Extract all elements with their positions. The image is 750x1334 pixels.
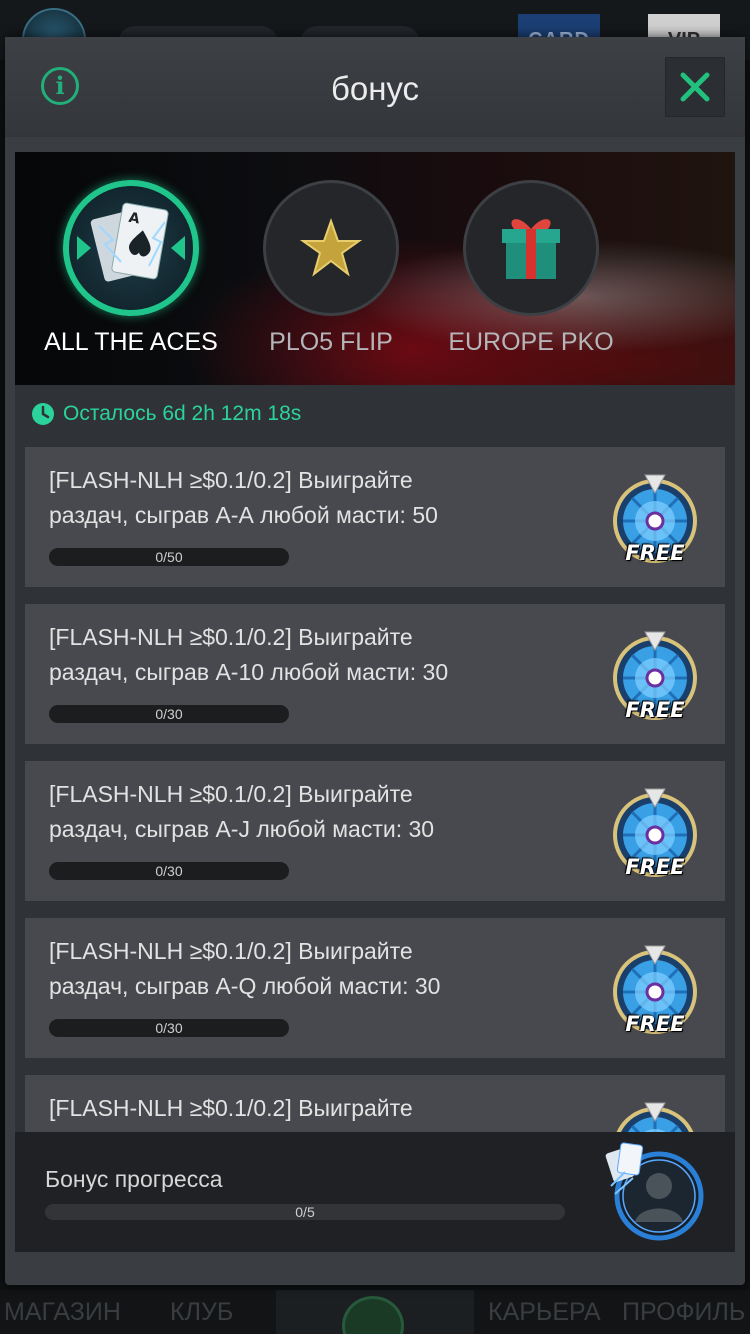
event-label: EUROPE PKO [448, 328, 614, 356]
task-description: [FLASH-NLH ≥$0.1/0.2] Выиграйте раздач, … [49, 777, 569, 847]
task-progress-bar: 0/30 [49, 705, 289, 723]
bonus-progress-bar: 0/5 [45, 1204, 565, 1220]
task-line: [FLASH-NLH ≥$0.1/0.2] Выиграйте [49, 1095, 413, 1121]
reward-label: FREE [625, 541, 685, 565]
bonus-progress-text: 0/5 [295, 1204, 315, 1220]
free-spin-reward-icon[interactable]: FREE [610, 624, 700, 726]
task-line: [FLASH-NLH ≥$0.1/0.2] Выиграйте [49, 938, 413, 964]
countdown-text: Осталось 6d 2h 12m 18s [63, 402, 302, 425]
event-tab-plo5-flip[interactable]: PLO5 FLIP [241, 180, 421, 357]
ace-cards-icon: A [63, 180, 199, 316]
task-item[interactable]: [FLASH-NLH ≥$0.1/0.2] Выиграйте раздач, … [25, 918, 725, 1058]
bonus-progress-label: Бонус прогресса [45, 1166, 223, 1192]
star-icon [263, 180, 399, 316]
task-description: [FLASH-NLH ≥$0.1/0.2] Выиграйте [49, 1091, 569, 1126]
free-spin-reward-icon[interactable]: FREE [610, 938, 700, 1040]
event-tab-all-the-aces[interactable]: A ALL THE ACES [41, 180, 221, 357]
modal-title: бонус [330, 70, 420, 107]
task-item[interactable]: [FLASH-NLH ≥$0.1/0.2] Выиграйте раздач, … [25, 447, 725, 587]
close-button[interactable] [665, 57, 725, 117]
modal-body: A ALL THE ACES PLO5 FLIP EUROPE PKO Оста… [15, 152, 735, 1252]
task-progress-bar: 0/50 [49, 548, 289, 566]
task-progress-text: 0/30 [155, 863, 183, 879]
task-line: раздач, сыграв А-Q любой масти: 30 [49, 973, 441, 999]
nav-club[interactable]: КЛУБ [170, 1298, 233, 1327]
event-label: ALL THE ACES [44, 328, 218, 356]
task-line: [FLASH-NLH ≥$0.1/0.2] Выиграйте [49, 467, 413, 493]
task-progress-bar: 0/30 [49, 1019, 289, 1037]
gift-box-icon [463, 180, 599, 316]
task-line: [FLASH-NLH ≥$0.1/0.2] Выиграйте [49, 624, 413, 650]
task-item[interactable]: [FLASH-NLH ≥$0.1/0.2] Выиграйте раздач, … [25, 761, 725, 901]
task-progress-text: 0/30 [155, 1020, 183, 1036]
bonus-modal: i бонус A ALL THE ACES PLO5 FLIP EUROPE … [5, 37, 745, 1285]
reward-label: FREE [625, 855, 685, 879]
nav-career[interactable]: КАРЬЕРА [488, 1298, 601, 1327]
reward-label: FREE [625, 1012, 685, 1036]
clock-icon [32, 403, 54, 425]
avatar-frame-icon[interactable] [605, 1142, 705, 1242]
task-description: [FLASH-NLH ≥$0.1/0.2] Выиграйте раздач, … [49, 463, 569, 533]
task-progress-text: 0/50 [155, 549, 183, 565]
task-line: [FLASH-NLH ≥$0.1/0.2] Выиграйте [49, 781, 413, 807]
nav-shop[interactable]: МАГАЗИН [4, 1298, 121, 1327]
nav-profile[interactable]: ПРОФИЛЬ [622, 1298, 745, 1327]
task-item[interactable]: [FLASH-NLH ≥$0.1/0.2] Выиграйте раздач, … [25, 604, 725, 744]
event-tab-europe-pko[interactable]: EUROPE PKO [441, 180, 621, 357]
task-line: раздач, сыграв А-10 любой масти: 30 [49, 659, 449, 685]
reward-label: FREE [625, 698, 685, 722]
bonus-progress-panel: Бонус прогресса 0/5 [15, 1132, 735, 1252]
event-banner: A ALL THE ACES PLO5 FLIP EUROPE PKO [15, 152, 735, 385]
info-icon[interactable]: i [41, 67, 79, 105]
event-label: PLO5 FLIP [269, 328, 393, 356]
modal-header: i бонус [5, 37, 745, 137]
close-icon [680, 72, 710, 102]
task-description: [FLASH-NLH ≥$0.1/0.2] Выиграйте раздач, … [49, 620, 569, 690]
task-description: [FLASH-NLH ≥$0.1/0.2] Выиграйте раздач, … [49, 934, 569, 1004]
task-line: раздач, сыграв А-А любой масти: 50 [49, 502, 438, 528]
free-spin-reward-icon[interactable]: FREE [610, 781, 700, 883]
bottom-navigation: МАГАЗИН КЛУБ КАРЬЕРА ПРОФИЛЬ [0, 1290, 750, 1334]
free-spin-reward-icon[interactable]: FREE [610, 467, 700, 569]
task-progress-bar: 0/30 [49, 862, 289, 880]
countdown: Осталось 6d 2h 12m 18s [31, 399, 301, 429]
task-progress-text: 0/30 [155, 706, 183, 722]
task-line: раздач, сыграв A-J любой масти: 30 [49, 816, 435, 842]
